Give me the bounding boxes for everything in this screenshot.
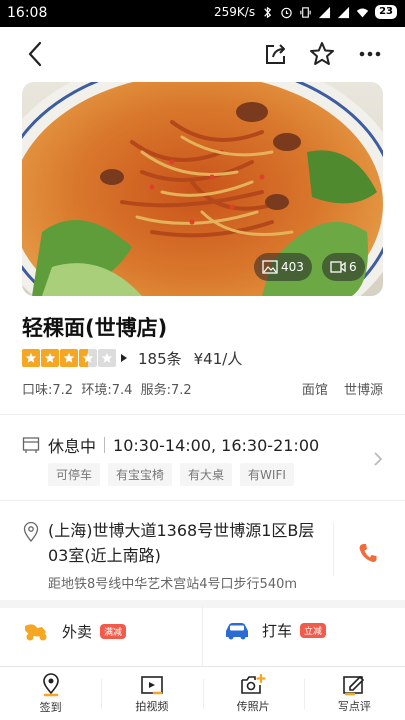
metro-distance: 距地铁8号线中华艺术宫站4号口步行540m bbox=[48, 577, 298, 592]
avg-price: ¥41/人 bbox=[193, 349, 243, 368]
status-bar: 16:08 259K/s 23 bbox=[0, 0, 405, 27]
review-count: 185条 bbox=[138, 349, 182, 368]
star-full-icon bbox=[41, 349, 59, 367]
back-button[interactable] bbox=[20, 39, 50, 69]
star-rating bbox=[22, 349, 116, 367]
checkin-label: 签到 bbox=[39, 700, 62, 714]
play-triangle-icon bbox=[121, 354, 127, 362]
divider bbox=[0, 414, 405, 415]
shop-tags: 面馆 世博源 bbox=[290, 379, 383, 398]
takeout-badge: 满减 bbox=[100, 623, 127, 639]
facility-chip: 有宝宝椅 bbox=[108, 463, 173, 486]
share-icon bbox=[266, 44, 285, 64]
photo-count-pill[interactable]: 403 bbox=[254, 253, 312, 281]
write-review-tab[interactable]: 写点评 bbox=[303, 667, 405, 720]
checkin-tab[interactable]: 签到 bbox=[0, 667, 101, 720]
favorite-button[interactable] bbox=[307, 39, 337, 69]
star-full-icon bbox=[22, 349, 40, 367]
back-arrow-icon bbox=[28, 41, 42, 67]
category-tag[interactable]: 面馆 bbox=[302, 383, 328, 398]
alarm-icon bbox=[281, 7, 292, 18]
location-pin-icon bbox=[23, 522, 39, 542]
hours-times: 10:30-14:00, 16:30-21:00 bbox=[113, 435, 320, 455]
car-icon bbox=[226, 622, 248, 639]
status-icons: 259K/s 23 bbox=[214, 5, 397, 19]
star-outline-icon bbox=[310, 42, 334, 65]
video-count-pill[interactable]: 6 bbox=[322, 253, 365, 281]
video-count: 6 bbox=[349, 260, 357, 274]
facility-chip: 有WIFI bbox=[240, 463, 294, 486]
star-empty-icon bbox=[98, 349, 116, 367]
address-separator bbox=[333, 522, 334, 576]
delivery-scooter-icon bbox=[25, 624, 47, 641]
wifi-icon bbox=[356, 7, 369, 17]
network-speed: 259K/s bbox=[214, 5, 256, 19]
store-hours-icon bbox=[22, 437, 40, 453]
area-tag[interactable]: 世博源 bbox=[344, 383, 383, 398]
phone-icon[interactable] bbox=[358, 542, 378, 564]
facility-chip: 有大桌 bbox=[180, 463, 233, 486]
business-hours[interactable]: 休息中 10:30-14:00, 16:30-21:00 bbox=[48, 433, 319, 457]
upload-photo-tab[interactable]: 传照片 bbox=[202, 667, 304, 720]
facility-tags: 可停车 有宝宝椅 有大桌 有WIFI bbox=[48, 463, 294, 486]
shop-address[interactable]: (上海)世博大道1368号世博源1区B层03室(近上南路) bbox=[48, 518, 318, 568]
takeout-service[interactable]: 外卖 满减 bbox=[22, 620, 127, 642]
camera-plus-icon bbox=[241, 673, 266, 694]
more-button[interactable] bbox=[355, 39, 385, 69]
signal-icon-2 bbox=[338, 6, 350, 18]
taxi-label: 打车 bbox=[262, 622, 293, 640]
status-time: 16:08 bbox=[7, 5, 48, 21]
star-half-icon bbox=[79, 349, 97, 367]
star-full-icon bbox=[60, 349, 78, 367]
record-video-icon bbox=[141, 675, 163, 694]
write-review-label: 写点评 bbox=[337, 699, 371, 713]
service-separator bbox=[202, 606, 203, 666]
hours-separator bbox=[104, 437, 106, 453]
bluetooth-icon bbox=[264, 6, 272, 18]
video-icon bbox=[330, 261, 346, 273]
image-icon bbox=[262, 260, 278, 274]
top-nav bbox=[0, 27, 405, 81]
video-tab[interactable]: 拍视频 bbox=[101, 667, 202, 720]
taxi-service[interactable]: 打车 立减 bbox=[224, 620, 327, 641]
vibrate-icon bbox=[300, 6, 311, 18]
checkin-pin-icon bbox=[42, 672, 59, 696]
more-icon bbox=[359, 51, 381, 57]
video-label: 拍视频 bbox=[135, 699, 169, 713]
shop-name: 轻稞面(世博店) bbox=[22, 316, 168, 340]
bottom-action-bar: 签到 拍视频 传照片 写点评 bbox=[0, 666, 405, 720]
share-button[interactable] bbox=[261, 39, 291, 69]
open-status: 休息中 bbox=[48, 437, 97, 456]
chevron-right-icon[interactable] bbox=[373, 451, 383, 467]
photo-count: 403 bbox=[281, 260, 304, 274]
battery-indicator: 23 bbox=[375, 5, 397, 19]
facility-chip: 可停车 bbox=[48, 463, 101, 486]
takeout-label: 外卖 bbox=[62, 622, 93, 641]
write-review-icon bbox=[343, 675, 365, 695]
taxi-badge: 立减 bbox=[300, 623, 327, 638]
divider bbox=[0, 500, 405, 501]
signal-icon bbox=[319, 6, 331, 18]
upload-photo-label: 传照片 bbox=[236, 699, 270, 713]
sub-scores: 口味:7.2 环境:7.4 服务:7.2 bbox=[22, 383, 192, 398]
rating-row[interactable]: 185条 ¥41/人 bbox=[22, 347, 242, 369]
